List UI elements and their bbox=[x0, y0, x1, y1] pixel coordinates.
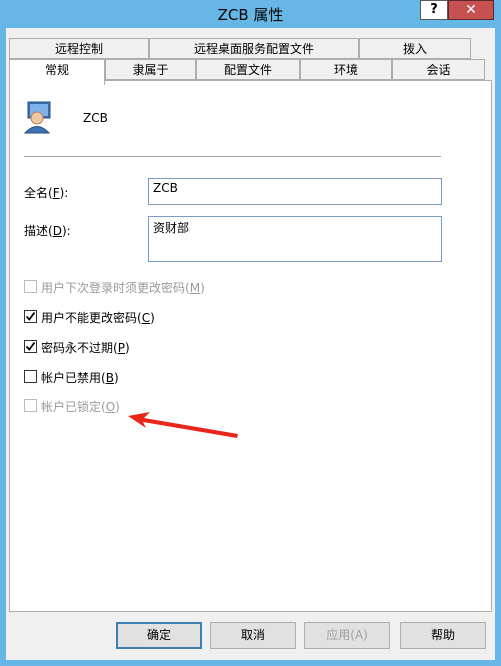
checkbox-box bbox=[24, 280, 37, 293]
tab-general[interactable]: 常规 bbox=[9, 59, 105, 85]
help-button[interactable]: 帮助 bbox=[400, 622, 486, 649]
password-never-expires-checkbox[interactable]: 密码永不过期(P) bbox=[24, 339, 154, 355]
tab-rds-profile[interactable]: 远程桌面服务配置文件 bbox=[149, 38, 359, 59]
tab-dial-in[interactable]: 拨入 bbox=[359, 38, 471, 59]
annotation-arrow-icon bbox=[128, 412, 238, 438]
checkbox-box bbox=[24, 399, 37, 412]
must-change-password-checkbox[interactable]: 用户下次登录时须更改密码(M) bbox=[24, 279, 224, 295]
fullname-field[interactable]: ZCB bbox=[148, 178, 442, 205]
account-disabled-checkbox[interactable]: 帐户已禁用(B) bbox=[24, 369, 134, 385]
option-label: 用户不能更改密码 bbox=[41, 311, 138, 325]
option-label: 帐户已禁用 bbox=[41, 371, 102, 385]
user-name: ZCB bbox=[83, 111, 108, 125]
option-label: 密码永不过期 bbox=[41, 341, 114, 355]
help-icon[interactable]: ? bbox=[420, 0, 448, 20]
separator bbox=[24, 156, 441, 157]
option-label: 帐户已锁定 bbox=[41, 400, 102, 414]
checkbox-box bbox=[24, 340, 37, 353]
apply-button[interactable]: 应用(A) bbox=[304, 622, 390, 649]
ok-button[interactable]: 确定 bbox=[116, 622, 202, 649]
tab-sessions[interactable]: 会话 bbox=[392, 59, 485, 80]
checkbox-box bbox=[24, 370, 37, 383]
option-label: 用户下次登录时须更改密码 bbox=[41, 281, 186, 295]
tab-profile[interactable]: 配置文件 bbox=[196, 59, 300, 80]
checkbox-box bbox=[24, 310, 37, 323]
dialog-client: 远程控制 远程桌面服务配置文件 拨入 常规 隶属于 配置文件 环境 会话 ZCB… bbox=[6, 28, 495, 660]
user-icon bbox=[22, 100, 56, 134]
cannot-change-password-checkbox[interactable]: 用户不能更改密码(C) bbox=[24, 309, 174, 325]
fullname-label: 全名(F): bbox=[24, 186, 69, 200]
description-label: 描述(D): bbox=[24, 224, 71, 238]
account-locked-checkbox[interactable]: 帐户已锁定(O) bbox=[24, 398, 134, 414]
description-field[interactable]: 资财部 bbox=[148, 216, 442, 262]
close-icon[interactable]: ✕ bbox=[448, 0, 494, 20]
title-bar: ZCB 属性 ? ✕ bbox=[0, 0, 501, 28]
cancel-button[interactable]: 取消 bbox=[210, 622, 296, 649]
tab-member-of[interactable]: 隶属于 bbox=[105, 59, 196, 80]
tab-remote-control[interactable]: 远程控制 bbox=[9, 38, 149, 59]
tab-environment[interactable]: 环境 bbox=[300, 59, 392, 80]
